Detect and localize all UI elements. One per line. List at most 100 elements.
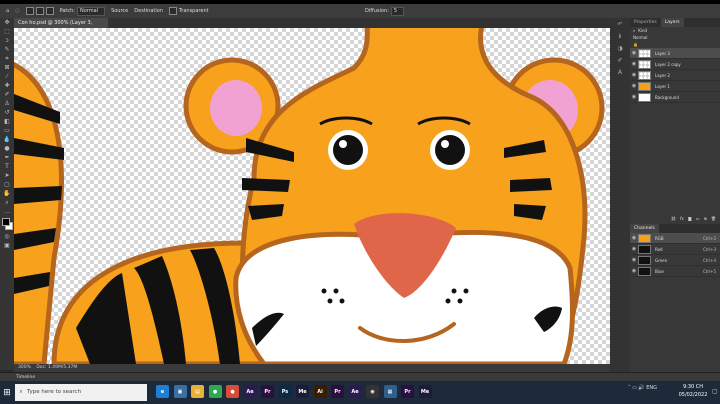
source-option[interactable]: Source xyxy=(111,8,128,14)
move-tool-icon[interactable]: ✥ xyxy=(0,18,14,27)
history-panel-icon[interactable]: ↶ xyxy=(610,18,630,30)
info-panel-icon[interactable]: ℹ xyxy=(610,30,630,42)
fx-icon[interactable]: fx xyxy=(680,216,684,221)
new-group-icon[interactable]: ▭ xyxy=(696,216,700,221)
zoom-tool-icon[interactable]: ⌕ xyxy=(0,198,14,207)
eraser-tool-icon[interactable]: ◧ xyxy=(0,117,14,126)
visibility-eye-icon[interactable]: ◉ xyxy=(630,94,638,100)
home-icon[interactable]: ⌂ xyxy=(6,8,9,14)
brush-tool-icon[interactable]: ✐ xyxy=(0,90,14,99)
channel-row[interactable]: ◉ Green Ctrl+4 xyxy=(630,255,720,266)
record-icon[interactable]: ◉ xyxy=(366,385,379,398)
explorer-icon[interactable]: ▤ xyxy=(191,385,204,398)
windows-start-icon[interactable]: ⊞ xyxy=(0,381,14,404)
path-select-tool-icon[interactable]: ➤ xyxy=(0,171,14,180)
network-icon[interactable]: ▭ xyxy=(632,385,637,391)
channel-row[interactable]: ◉ Blue Ctrl+5 xyxy=(630,266,720,277)
system-clock[interactable]: 9:30 CH 05/02/2022 xyxy=(676,383,710,399)
visibility-eye-icon[interactable]: ◉ xyxy=(630,257,638,263)
illustrator-icon[interactable]: Ai xyxy=(313,385,327,398)
type-tool-icon[interactable]: T xyxy=(0,162,14,171)
chrome-icon[interactable]: ● xyxy=(208,385,222,398)
tab-properties[interactable]: Properties xyxy=(630,18,661,27)
diffusion-dropdown[interactable]: 5 xyxy=(390,6,404,16)
crop-tool-icon[interactable]: ⌗ xyxy=(0,54,14,63)
patch-mode-dropdown[interactable]: Normal xyxy=(76,6,106,16)
photoshop-icon[interactable]: Ps xyxy=(278,385,292,398)
add-mask-icon[interactable]: ◙ xyxy=(688,216,692,221)
quick-select-tool-icon[interactable]: ✎ xyxy=(0,45,14,54)
layer-row[interactable]: ◉ Background xyxy=(630,92,720,103)
more-tools-icon[interactable]: … xyxy=(0,207,14,216)
channel-row[interactable]: ◉ Red Ctrl+3 xyxy=(630,244,720,255)
photos-icon[interactable]: ▦ xyxy=(383,385,397,398)
language-indicator[interactable]: ENG xyxy=(646,385,657,391)
visibility-eye-icon[interactable]: ◉ xyxy=(630,246,638,252)
visibility-eye-icon[interactable]: ◉ xyxy=(630,61,638,67)
lasso-tool-icon[interactable]: ↄ xyxy=(0,36,14,45)
premiere-alt-icon[interactable]: Pr xyxy=(331,385,344,398)
blend-mode-dropdown[interactable]: Normal xyxy=(633,35,647,40)
zoom-level[interactable]: 300% xyxy=(18,365,31,370)
tray-chevron-icon[interactable]: ˄ xyxy=(628,385,631,391)
new-layer-icon[interactable]: ⊞ xyxy=(704,216,707,221)
foreground-color-swatch[interactable] xyxy=(2,218,10,226)
taskbar-search-box[interactable]: ⌕ Type here to search xyxy=(15,384,147,401)
blur-tool-icon[interactable]: 💧 xyxy=(0,135,14,144)
screen-mode-icon[interactable]: ▣ xyxy=(0,241,14,250)
tab-layers[interactable]: Layers xyxy=(660,18,684,27)
layer-row[interactable]: ◉ Layer 2 copy xyxy=(630,59,720,70)
hand-tool-icon[interactable]: ✋ xyxy=(0,189,14,198)
layer-row[interactable]: ◉ Layer 1 xyxy=(630,81,720,92)
character-panel-icon[interactable]: A xyxy=(610,66,630,78)
notification-icon[interactable]: ▢ xyxy=(712,388,718,395)
tab-channels[interactable]: Channels xyxy=(630,224,659,233)
after-effects-alt-icon[interactable]: Ae xyxy=(348,385,362,398)
lock-icon[interactable]: 🔒 xyxy=(633,42,638,47)
edge-icon[interactable]: e xyxy=(156,385,169,398)
brush-panel-icon[interactable]: ✐ xyxy=(610,54,630,66)
visibility-eye-icon[interactable]: ◉ xyxy=(630,83,638,89)
timeline-tab[interactable]: Timeline xyxy=(16,375,35,380)
dodge-tool-icon[interactable]: ● xyxy=(0,144,14,153)
destination-option[interactable]: Destination xyxy=(134,8,163,14)
frame-tool-icon[interactable]: ⊠ xyxy=(0,63,14,72)
history-brush-tool-icon[interactable]: ↺ xyxy=(0,108,14,117)
link-layers-icon[interactable]: ⛓ xyxy=(671,216,676,221)
patch-tool-icon[interactable]: ◌ xyxy=(15,8,19,14)
marquee-tool-icon[interactable]: ⬚ xyxy=(0,27,14,36)
pen-tool-icon[interactable]: ✒ xyxy=(0,153,14,162)
kind-filter[interactable]: Kind xyxy=(638,28,647,33)
premiere-icon[interactable]: Pr xyxy=(261,385,274,398)
quick-mask-icon[interactable]: ◎ xyxy=(0,232,14,241)
add-selection-icon[interactable] xyxy=(35,7,44,15)
volume-icon[interactable]: 🔊 xyxy=(638,385,644,391)
visibility-eye-icon[interactable]: ◉ xyxy=(630,268,638,274)
media-encoder-icon[interactable]: Me xyxy=(296,385,309,398)
premiere-alt2-icon[interactable]: Pr xyxy=(401,385,414,398)
visibility-eye-icon[interactable]: ◉ xyxy=(630,72,638,78)
canvas[interactable] xyxy=(14,28,610,364)
healing-tool-icon[interactable]: ✚ xyxy=(0,81,14,90)
transparent-checkbox[interactable] xyxy=(168,7,177,15)
subtract-selection-icon[interactable] xyxy=(45,7,54,15)
chrome-alt-icon[interactable]: ● xyxy=(226,385,239,398)
stamp-tool-icon[interactable]: ♙ xyxy=(0,99,14,108)
visibility-eye-icon[interactable]: ◉ xyxy=(630,235,638,241)
new-selection-icon[interactable] xyxy=(25,7,34,15)
layer-row[interactable]: ◉ Layer 3 xyxy=(630,48,720,59)
document-tab[interactable]: Con ho.psd @ 300% (Layer 3, RGB/8#) * xyxy=(14,18,108,36)
layer-row[interactable]: ◉ Layer 2 xyxy=(630,70,720,81)
eyedropper-tool-icon[interactable]: ⁄ xyxy=(0,72,14,81)
after-effects-icon[interactable]: Ae xyxy=(243,385,257,398)
trash-icon[interactable]: 🗑 xyxy=(711,216,716,221)
color-swatches[interactable] xyxy=(0,216,14,232)
store-icon[interactable]: ▣ xyxy=(173,385,187,398)
shape-tool-icon[interactable]: ▢ xyxy=(0,180,14,189)
doc-info[interactable]: Doc: 1.49M/5.37M xyxy=(36,365,77,370)
visibility-eye-icon[interactable]: ◉ xyxy=(630,50,638,56)
media-encoder-alt-icon[interactable]: Me xyxy=(418,385,432,398)
gradient-tool-icon[interactable]: ▭ xyxy=(0,126,14,135)
adjustments-panel-icon[interactable]: ◑ xyxy=(610,42,630,54)
channel-row[interactable]: ◉ RGB Ctrl+2 xyxy=(630,233,720,244)
